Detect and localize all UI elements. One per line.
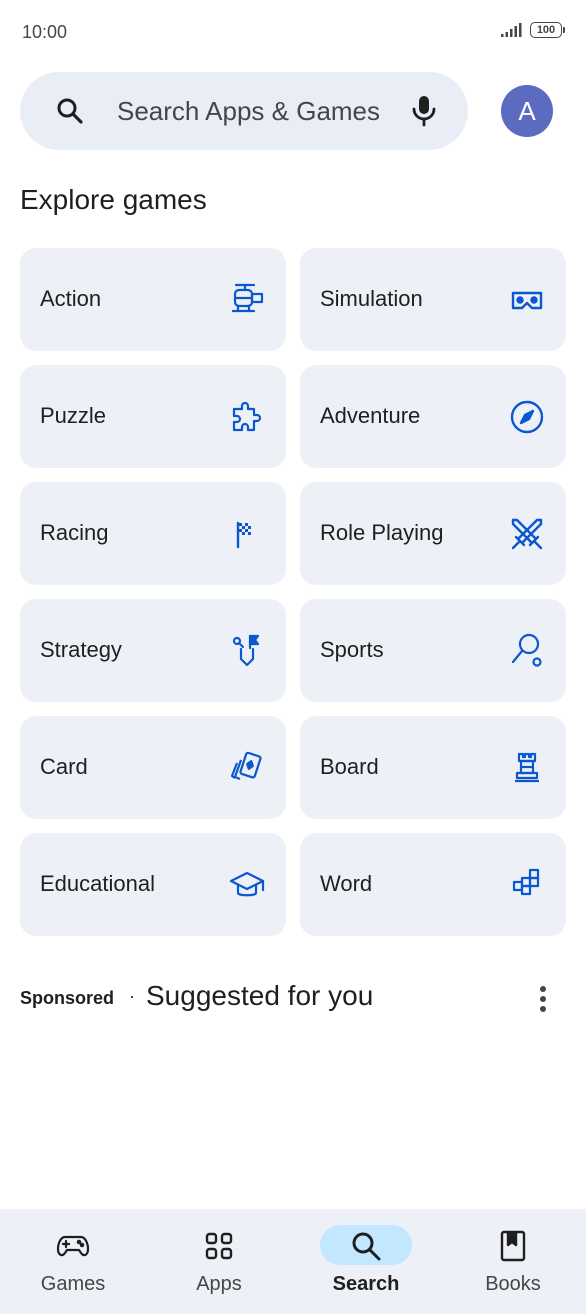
account-avatar[interactable]: A bbox=[501, 85, 553, 137]
racket-icon bbox=[511, 633, 542, 667]
nav-label: Books bbox=[485, 1273, 541, 1295]
battery-level: 100 bbox=[536, 23, 556, 36]
category-tile-simulation[interactable]: Simulation bbox=[300, 248, 566, 351]
category-label: Board bbox=[320, 754, 379, 779]
category-label: Racing bbox=[40, 520, 109, 545]
nav-label: Apps bbox=[196, 1273, 242, 1295]
search-icon bbox=[57, 98, 83, 124]
category-label: Word bbox=[320, 871, 373, 896]
category-label: Card bbox=[40, 754, 88, 779]
category-tile-puzzle[interactable]: Puzzle bbox=[20, 365, 286, 468]
more-vert-icon[interactable] bbox=[536, 984, 550, 1014]
gamepad-icon bbox=[56, 1235, 90, 1257]
category-label: Role Playing bbox=[320, 520, 444, 545]
mic-icon[interactable] bbox=[411, 94, 437, 128]
nav-item-games[interactable]: Games bbox=[0, 1209, 146, 1314]
nav-item-books[interactable]: Books bbox=[440, 1209, 586, 1314]
category-tile-strategy[interactable]: Strategy bbox=[20, 599, 286, 702]
category-tile-racing[interactable]: Racing bbox=[20, 482, 286, 585]
sponsored-label: Sponsored bbox=[20, 988, 115, 1008]
nav-label: Search bbox=[332, 1273, 400, 1295]
category-label: Puzzle bbox=[40, 403, 107, 428]
helicopter-icon bbox=[231, 283, 264, 313]
category-tile-board[interactable]: Board bbox=[300, 716, 566, 819]
separator-dot: · bbox=[129, 986, 135, 1006]
graduation-cap-icon bbox=[229, 871, 265, 897]
search-bar[interactable]: Search Apps & Games bbox=[20, 72, 468, 150]
suggested-title: Suggested for you bbox=[146, 980, 374, 1011]
category-grid: Action Simulation Puzzle Adventure Racin… bbox=[20, 248, 566, 936]
word-blocks-icon bbox=[512, 868, 540, 896]
category-label: Simulation bbox=[320, 286, 423, 311]
category-label: Adventure bbox=[320, 403, 421, 428]
nav-label: Games bbox=[40, 1273, 106, 1295]
category-tile-educational[interactable]: Educational bbox=[20, 833, 286, 936]
compass-icon bbox=[510, 400, 544, 434]
crossed-swords-icon bbox=[511, 518, 543, 550]
status-time: 10:00 bbox=[22, 22, 68, 42]
suggested-header: Sponsored · Suggested for you bbox=[20, 978, 566, 1018]
bottom-navigation: Games Apps Search Books bbox=[0, 1209, 586, 1314]
category-tile-word[interactable]: Word bbox=[300, 833, 566, 936]
strategy-icon bbox=[232, 634, 260, 667]
checkered-flag-icon bbox=[236, 521, 251, 549]
search-icon bbox=[352, 1232, 381, 1261]
search-input[interactable]: Search Apps & Games bbox=[117, 96, 380, 127]
category-label: Action bbox=[40, 286, 102, 311]
category-tile-adventure[interactable]: Adventure bbox=[300, 365, 566, 468]
nav-item-apps[interactable]: Apps bbox=[146, 1209, 292, 1314]
category-label: Educational bbox=[40, 871, 155, 896]
category-tile-action[interactable]: Action bbox=[20, 248, 286, 351]
status-indicators: 100 bbox=[500, 22, 565, 38]
category-tile-card[interactable]: Card bbox=[20, 716, 286, 819]
battery-icon: 100 bbox=[530, 22, 565, 38]
category-label: Sports bbox=[320, 637, 384, 662]
nav-item-search[interactable]: Search bbox=[293, 1209, 439, 1314]
bookmark-book-icon bbox=[500, 1230, 526, 1262]
apps-grid-icon bbox=[205, 1232, 233, 1260]
avatar-letter: A bbox=[518, 95, 536, 126]
category-tile-sports[interactable]: Sports bbox=[300, 599, 566, 702]
chess-rook-icon bbox=[515, 752, 539, 783]
playing-cards-icon bbox=[230, 751, 262, 781]
category-label: Strategy bbox=[40, 637, 122, 662]
play-store-search-screen: 10:00 100 Search Apps & Games A Explore … bbox=[0, 0, 586, 1314]
vr-headset-icon bbox=[511, 291, 543, 310]
signal-icon bbox=[501, 23, 522, 37]
section-title-explore: Explore games bbox=[20, 184, 207, 215]
puzzle-piece-icon bbox=[232, 401, 262, 432]
category-tile-role-playing[interactable]: Role Playing bbox=[300, 482, 566, 585]
status-bar: 10:00 100 bbox=[0, 0, 586, 66]
